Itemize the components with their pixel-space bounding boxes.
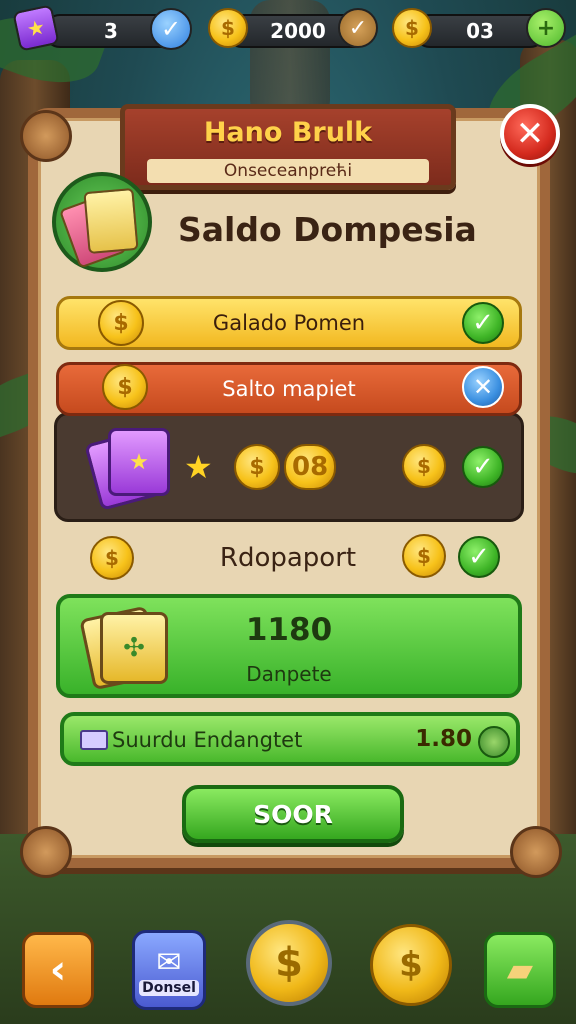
gem-count: 3 (104, 19, 118, 43)
add-coins-button[interactable]: ✓ (338, 8, 378, 48)
save-button[interactable]: SOOR (182, 785, 404, 843)
add-gems-button[interactable]: ✓ (150, 8, 192, 50)
ticket-icon (80, 730, 108, 750)
panel-corner-ornament (510, 826, 562, 878)
mail-label: Donsel (139, 979, 199, 996)
coin-icon: $ (208, 8, 248, 48)
back-button[interactable]: ‹ (22, 932, 94, 1008)
popup-title: Hano Brulk (203, 117, 373, 148)
cancel-icon[interactable]: ✕ (462, 366, 504, 408)
coin-icon: $ (402, 534, 446, 578)
coin-icon: $ (102, 364, 148, 410)
gem-icon: ★ (12, 4, 60, 52)
bonus-coin-icon: $ (392, 8, 432, 48)
top-hud: 3 ★ ✓ 2000 $ ✓ 03 $ + (12, 4, 566, 52)
summary-label: Suurdu Endangtet (112, 728, 303, 752)
back-arrow-icon: ‹ (49, 947, 67, 993)
panel-corner-ornament (20, 826, 72, 878)
close-icon: ✕ (515, 114, 545, 154)
coin-icon: $ (234, 444, 280, 490)
coin-icon: $ (399, 945, 423, 985)
coin-count: 2000 (270, 19, 326, 43)
add-bonus-button[interactable]: + (526, 8, 566, 48)
card-stack-icon: ✣ (100, 612, 168, 684)
coin-icon: $ (98, 300, 144, 346)
cards-badge-icon (52, 172, 152, 272)
panel-corner-ornament (20, 110, 72, 162)
coin-icon: $ (402, 444, 446, 488)
bonus-count: 03 (466, 19, 494, 43)
summary-value: 1.80 (415, 726, 472, 752)
check-icon[interactable]: ✓ (462, 302, 504, 344)
close-button[interactable]: ✕ (500, 104, 560, 164)
star-icon: ★ (184, 448, 213, 486)
reward-row-label: Salto mapiet (222, 377, 356, 401)
bonus-coin-button[interactable]: $ (370, 924, 452, 1006)
mail-icon: ✉ (156, 944, 182, 980)
dollar-icon: $ (275, 940, 303, 986)
summary-bar[interactable]: Suurdu Endangtet 1.80 (60, 712, 520, 766)
map-icon: ▰ (506, 950, 534, 990)
coin-shop-button[interactable]: $ (246, 920, 332, 1006)
card-pack-icon: ★ (108, 428, 170, 496)
title-banner: Hano Brulk Onsecеanpreћi (120, 104, 456, 190)
reward-row-label: Galado Pomen (212, 311, 366, 335)
section-header: Saldo Dompesia (178, 210, 477, 249)
compass-icon (478, 726, 510, 758)
check-icon[interactable]: ✓ (462, 446, 504, 488)
save-button-label: SOOR (253, 799, 333, 829)
mail-button[interactable]: ✉ Donsel (132, 930, 206, 1010)
check-icon[interactable]: ✓ (458, 536, 500, 578)
popup-subtitle: Onsecеanpreћi (147, 159, 429, 183)
reward-amount: 08 (284, 444, 337, 490)
map-button[interactable]: ▰ (484, 932, 556, 1008)
